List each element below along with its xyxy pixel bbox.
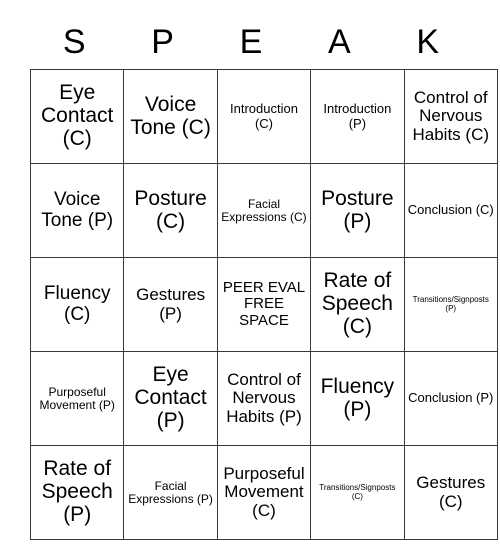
bingo-cell-r4c2[interactable]: Eye Contact (P) [123, 351, 218, 446]
bingo-cell-r2c4[interactable]: Posture (P) [310, 163, 405, 258]
bingo-cell-r1c2[interactable]: Voice Tone (C) [123, 69, 218, 164]
bingo-cell-r1c5[interactable]: Control of Nervous Habits (C) [403, 69, 498, 164]
bingo-cell-r4c3[interactable]: Control of Nervous Habits (P) [216, 351, 312, 446]
bingo-cell-r2c2[interactable]: Posture (C) [123, 163, 218, 258]
bingo-cell-r3c5[interactable]: Transitions/Signposts (P) [403, 257, 498, 352]
bingo-cell-r2c3[interactable]: Facial Expressions (C) [216, 163, 312, 258]
bingo-header-row: S P E A K [30, 14, 472, 69]
bingo-cell-r5c5[interactable]: Gestures (C) [403, 445, 498, 540]
bingo-cell-r5c4[interactable]: Transitions/Signposts (C) [310, 445, 405, 540]
bingo-row: Voice Tone (P) Posture (C) Facial Expres… [29, 163, 498, 258]
bingo-cell-r3c4[interactable]: Rate of Speech (C) [310, 257, 405, 352]
bingo-grid: Eye Contact (C) Voice Tone (C) Introduct… [29, 69, 498, 540]
bingo-row: Fluency (C) Gestures (P) PEER EVAL FREE … [29, 257, 498, 352]
bingo-card: S P E A K Eye Contact (C) Voice Tone (C)… [29, 14, 498, 540]
bingo-cell-r1c3[interactable]: Introduction (C) [216, 69, 312, 164]
bingo-header-letter-3: E [239, 22, 263, 61]
bingo-row: Purposeful Movement (P) Eye Contact (P) … [29, 351, 498, 446]
bingo-cell-r3c2[interactable]: Gestures (P) [123, 257, 218, 352]
bingo-cell-r1c1[interactable]: Eye Contact (C) [29, 69, 125, 164]
bingo-header-letter-2: P [151, 22, 174, 61]
bingo-cell-r2c5[interactable]: Conclusion (C) [403, 163, 498, 258]
bingo-cell-free-space[interactable]: PEER EVAL FREE SPACE [216, 257, 312, 352]
bingo-header-letter-5: K [416, 22, 440, 61]
bingo-cell-r5c3[interactable]: Purposeful Movement (C) [216, 445, 312, 540]
bingo-cell-r5c2[interactable]: Facial Expressions (P) [123, 445, 218, 540]
bingo-cell-r4c4[interactable]: Fluency (P) [310, 351, 405, 446]
bingo-cell-r4c1[interactable]: Purposeful Movement (P) [29, 351, 125, 446]
bingo-row: Eye Contact (C) Voice Tone (C) Introduct… [29, 69, 498, 164]
bingo-header-letter-1: S [62, 22, 86, 61]
bingo-cell-r4c5[interactable]: Conclusion (P) [403, 351, 498, 446]
bingo-cell-r2c1[interactable]: Voice Tone (P) [29, 163, 125, 258]
bingo-cell-r3c1[interactable]: Fluency (C) [29, 257, 125, 352]
bingo-cell-r1c4[interactable]: Introduction (P) [310, 69, 405, 164]
bingo-row: Rate of Speech (P) Facial Expressions (P… [29, 445, 498, 540]
bingo-cell-r5c1[interactable]: Rate of Speech (P) [29, 445, 125, 540]
bingo-header-letter-4: A [328, 22, 351, 61]
